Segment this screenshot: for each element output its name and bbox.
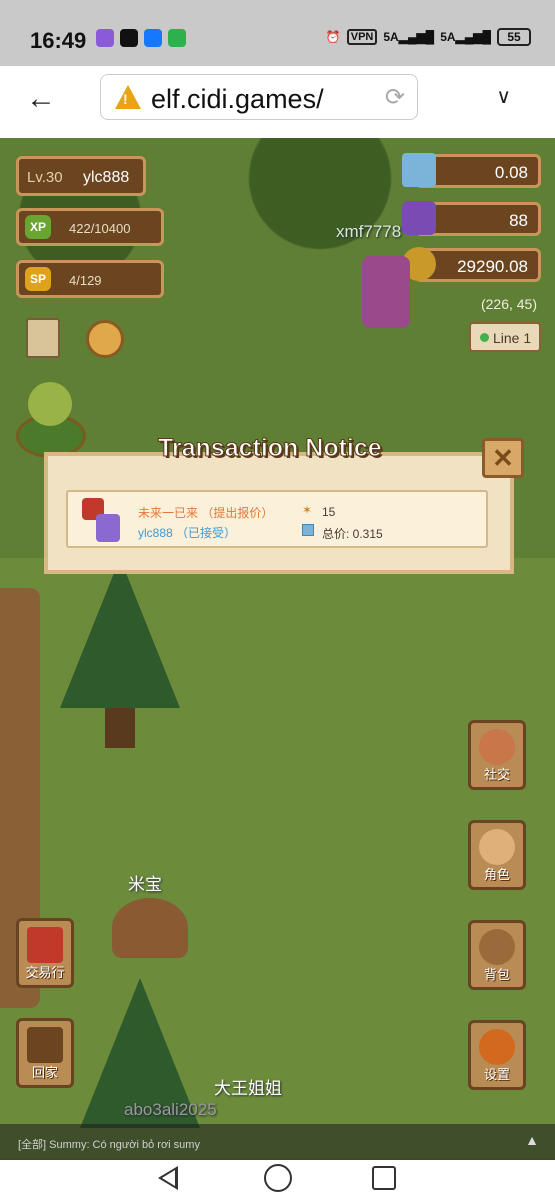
nav-home-icon[interactable]	[264, 1164, 292, 1192]
total-price: 总价: 0.315	[322, 527, 383, 541]
level-panel[interactable]: Lv.30 ylc888	[16, 156, 146, 196]
reload-icon[interactable]: ⟳	[385, 83, 405, 112]
backpack-button[interactable]: 背包	[468, 920, 526, 990]
chat-message: [全部] Summy: Có người bỏ rơi sumy	[18, 1139, 200, 1151]
wechat-icon	[168, 29, 186, 47]
npc-name-3: abo3ali2025	[124, 1100, 217, 1119]
gem-value: 88	[509, 211, 528, 230]
xp-icon: XP	[25, 215, 51, 239]
pet-sprout-icon[interactable]	[28, 382, 72, 426]
social-button[interactable]: 社交	[468, 720, 526, 790]
crystal-value: 0.08	[494, 163, 528, 182]
alipay-icon	[144, 29, 162, 47]
tree-trunk	[105, 708, 135, 748]
coordinates: (226, 45)	[480, 296, 537, 312]
quest-scroll-icon[interactable]	[26, 318, 60, 358]
seller-label: 未来一已来 （提出报价）	[138, 506, 274, 520]
chevron-down-icon[interactable]: ∨	[496, 84, 511, 109]
xp-panel: XP 422/10400	[16, 208, 164, 246]
gem-icon	[402, 201, 436, 235]
social-icon	[479, 729, 515, 765]
quantity-value: 15	[322, 505, 336, 519]
coin-value: 29290.08	[457, 257, 528, 276]
trader-avatar	[80, 496, 124, 544]
battery-icon: 55	[497, 28, 531, 46]
online-dot-icon	[480, 333, 489, 342]
transaction-row: 未来一已来 （提出报价） ylc888 （已接受） ✶ 15 总价: 0.315	[66, 490, 488, 548]
gear-icon	[479, 1029, 515, 1065]
settings-button[interactable]: 设置	[468, 1020, 526, 1090]
chat-bar[interactable]: [全部] Summy: Có người bỏ rơi sumy ▲	[0, 1124, 555, 1160]
browser-toolbar: ← ! elf.cidi.games/ ⟳ ∨	[0, 66, 555, 138]
trade-market-button[interactable]: 交易行	[16, 918, 74, 988]
url-text[interactable]: elf.cidi.games/	[151, 84, 324, 115]
npc-name-2: 大王姐姐	[214, 1079, 282, 1098]
tiktok-icon	[120, 29, 138, 47]
currency-gem[interactable]: 88	[402, 201, 541, 236]
close-button[interactable]: ✕	[482, 438, 524, 478]
signal-2: 5A▂▄▆█	[440, 30, 491, 44]
sp-panel: SP 4/129	[16, 260, 164, 298]
currency-coin: 29290.08	[402, 247, 541, 282]
chat-expand-icon[interactable]: ▲	[525, 1132, 539, 1148]
crystal-icon	[302, 524, 314, 536]
sp-value: 4/129	[69, 273, 102, 288]
warning-icon[interactable]	[115, 85, 141, 109]
character-icon	[479, 829, 515, 865]
character-button[interactable]: 角色	[468, 820, 526, 890]
address-bar[interactable]: ! elf.cidi.games/ ⟳	[100, 74, 418, 120]
signal-1: 5A▂▄▆█	[383, 30, 435, 44]
backpack-icon	[479, 929, 515, 965]
status-bar: 16:49 ⏰ VPN 5A▂▄▆█ 5A▂▄▆█ 55	[0, 0, 555, 66]
buyer-label: ylc888 （已接受）	[138, 526, 237, 540]
sp-icon: SP	[25, 267, 51, 291]
compass-icon[interactable]	[86, 320, 124, 358]
navigation-bar	[0, 1160, 555, 1200]
wheat-icon: ✶	[302, 503, 313, 517]
game-canvas[interactable]: Lv.30 ylc888 XP 422/10400 SP 4/129 0.08 …	[0, 138, 555, 1160]
market-stall-icon	[27, 927, 63, 963]
level-label: Lv.30	[27, 169, 63, 186]
npc-name-1: 米宝	[128, 875, 162, 894]
home-button[interactable]: 回家	[16, 1018, 74, 1088]
xp-value: 422/10400	[69, 221, 131, 236]
tree-sprite	[60, 558, 180, 708]
crystal-icon	[402, 153, 436, 187]
vpn-badge: VPN	[346, 29, 378, 45]
player-sprite[interactable]	[362, 256, 410, 328]
home-icon	[27, 1027, 63, 1063]
dialog-title: Transaction Notice	[158, 434, 383, 463]
app-notification-icon	[96, 29, 114, 47]
player-name-other: xmf7778	[336, 222, 402, 241]
alarm-icon: ⏰	[325, 30, 341, 44]
nav-recents-icon[interactable]	[372, 1166, 396, 1190]
status-time: 16:49	[30, 28, 87, 53]
currency-crystal: 0.08	[402, 153, 541, 188]
line-selector-button[interactable]: Line 1	[469, 322, 541, 352]
system-icons: ⏰ VPN 5A▂▄▆█ 5A▂▄▆█ 55	[326, 28, 531, 46]
back-arrow-icon[interactable]: ←	[26, 82, 56, 116]
notification-icons	[96, 29, 186, 47]
username-label: ylc888	[83, 169, 130, 186]
npc-cowboy-sprite[interactable]	[112, 898, 188, 958]
close-icon: ✕	[492, 443, 514, 473]
